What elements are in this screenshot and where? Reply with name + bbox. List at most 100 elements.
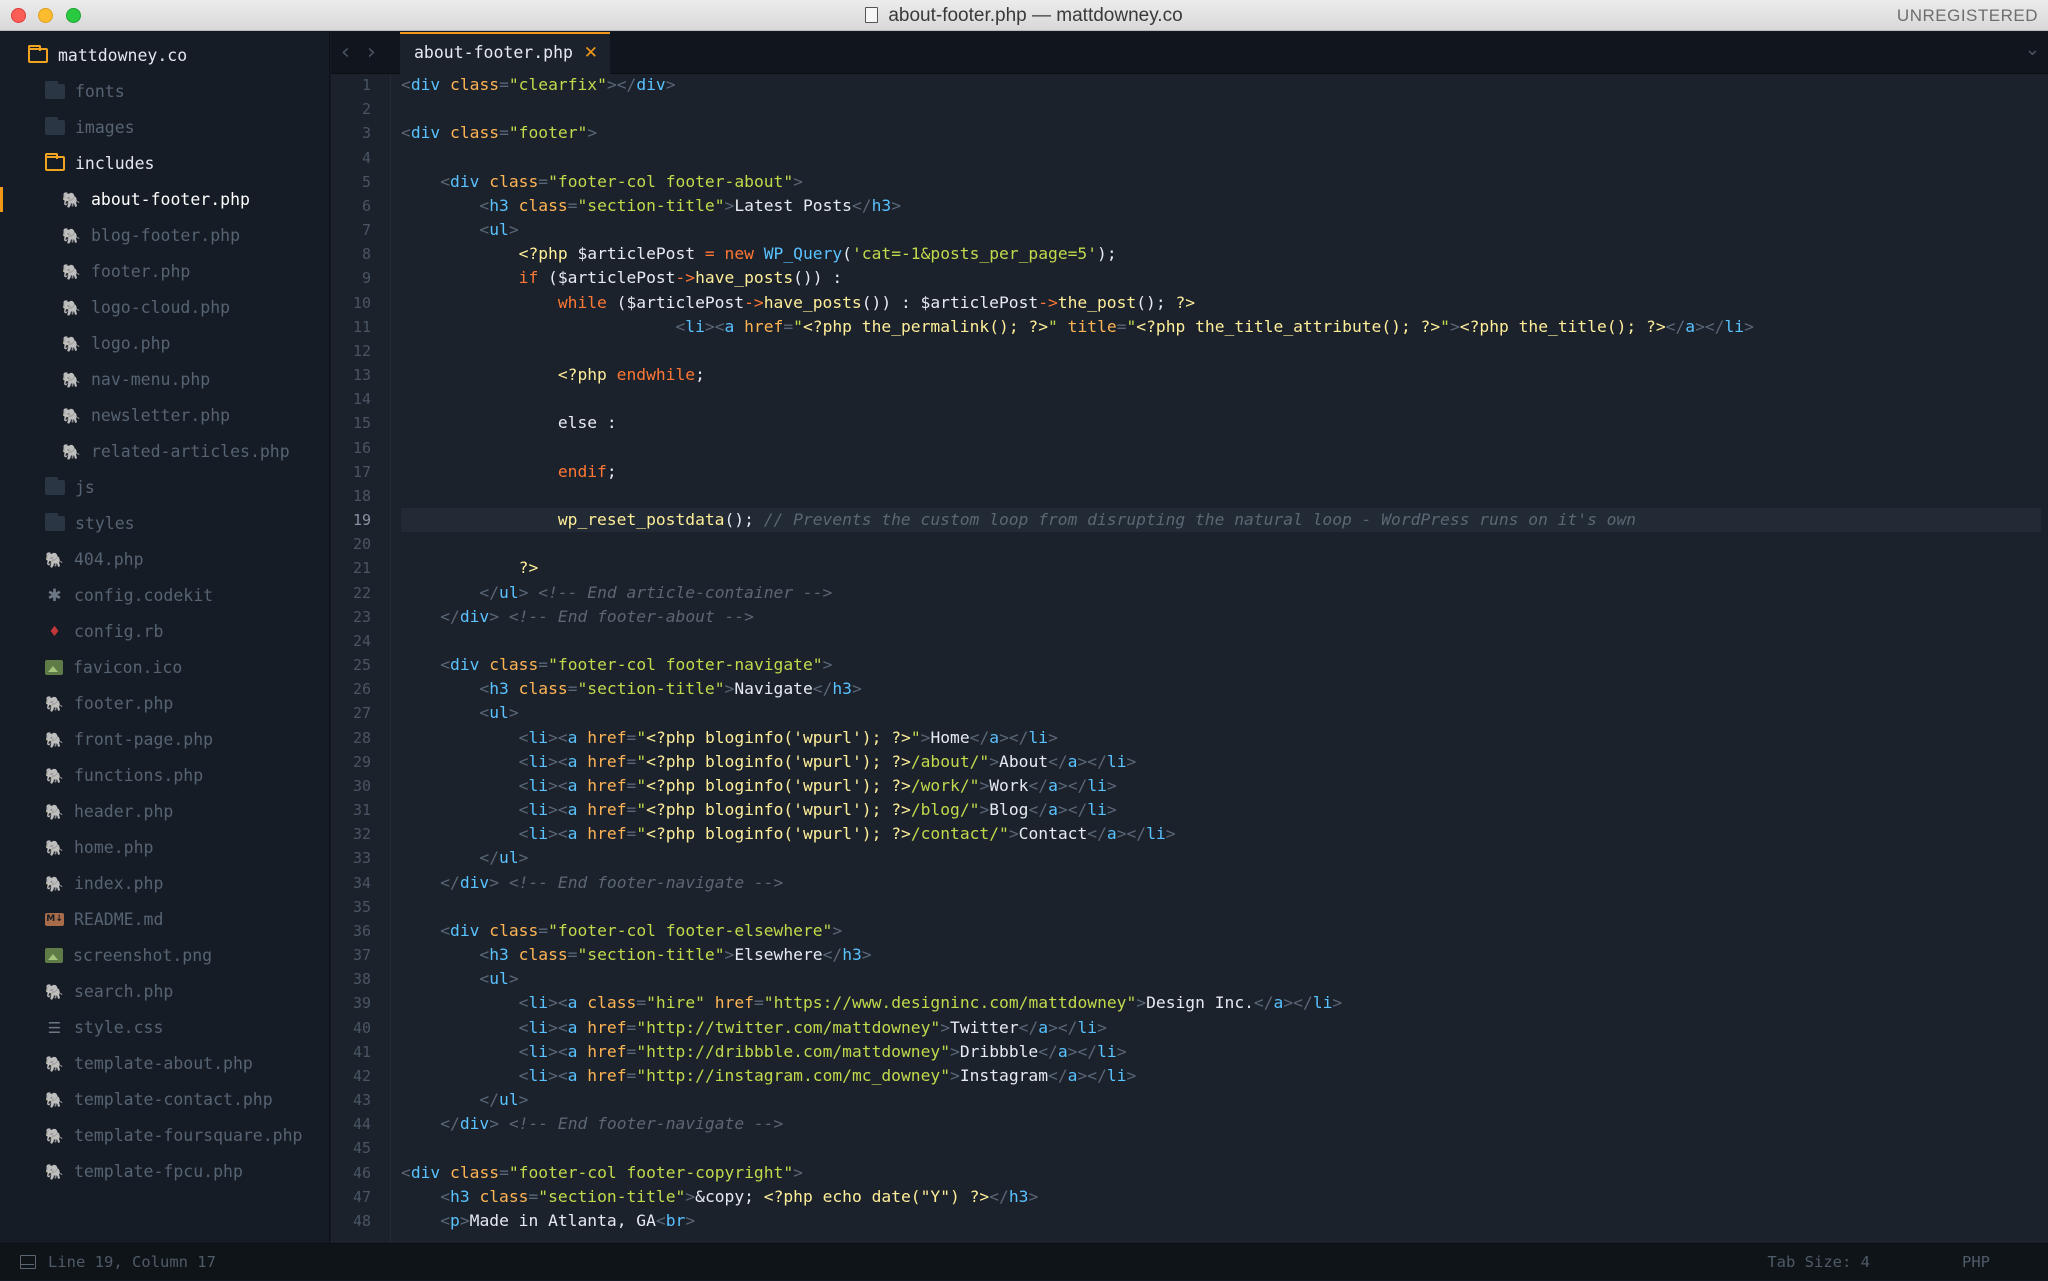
code-line[interactable]: </ul> <!-- End article-container --> [401, 581, 832, 605]
code-line[interactable]: <li><a href="<?php bloginfo('wpurl'); ?>… [401, 774, 1117, 798]
sidebar-item[interactable]: 🐘 nav-menu.php [0, 361, 329, 398]
sidebar-item[interactable]: ♦ config.rb [0, 613, 329, 650]
code-token: > [979, 775, 990, 795]
sidebar-item[interactable]: mattdowney.co [0, 37, 329, 74]
sidebar-item[interactable]: 🐘 home.php [0, 829, 329, 866]
sidebar-item[interactable]: M↓ README.md [0, 901, 329, 938]
sidebar-item[interactable]: images [0, 109, 329, 146]
code-line[interactable]: <h3 class="section-title">Latest Posts</… [401, 194, 901, 218]
chevron-down-icon[interactable]: ⌄ [2025, 39, 2040, 60]
sidebar-item[interactable]: 🐘 index.php [0, 865, 329, 902]
code-token: </ [1028, 775, 1049, 795]
code-token: < [401, 123, 411, 143]
code-line[interactable]: <div class="footer-col footer-about"> [401, 170, 803, 194]
sidebar-item[interactable]: 🐘 about-footer.php [0, 181, 329, 218]
code-line[interactable]: <li><a href="http://dribbble.com/mattdow… [401, 1040, 1127, 1064]
code-token: >< [548, 1065, 568, 1085]
code-line[interactable]: <ul> [401, 218, 518, 242]
code-line[interactable]: <p>Made in Atlanta, GA<br> [401, 1209, 695, 1233]
sidebar-item[interactable]: fonts [0, 73, 329, 110]
sidebar-item[interactable]: 🐘 footer.php [0, 253, 329, 290]
sidebar-item[interactable]: ✱ config.codekit [0, 577, 329, 614]
forward-arrow-icon[interactable]: › [367, 40, 376, 65]
code-token: li [1106, 751, 1127, 771]
sidebar-item[interactable]: includes [0, 145, 329, 182]
code-line[interactable]: <div class="footer"> [401, 121, 597, 145]
code-line[interactable]: endif; [401, 460, 617, 484]
code-token: have_posts [695, 268, 794, 288]
code-token: li [528, 727, 549, 747]
code-token: "footer-col footer-navigate" [548, 655, 823, 675]
code-token: href [587, 1041, 627, 1061]
close-tab-icon[interactable]: ✕ [584, 34, 598, 72]
code-line[interactable]: <div class="clearfix"></div> [401, 74, 676, 97]
code-line[interactable]: </div> <!-- End footer-navigate --> [401, 871, 783, 895]
code-line[interactable]: <h3 class="section-title">&copy; <?php e… [401, 1185, 1038, 1209]
code-line[interactable]: <li><a class="hire" href="https://www.de… [401, 991, 1343, 1015]
sidebar-item[interactable]: screenshot.png [0, 937, 329, 974]
code-token: </ [479, 1090, 500, 1110]
sidebar-item[interactable]: 🐘 search.php [0, 973, 329, 1010]
sidebar-item[interactable]: 🐘 footer.php [0, 685, 329, 722]
sidebar-item-label: 404.php [74, 550, 144, 569]
code-line[interactable]: else : [401, 411, 617, 435]
code-line[interactable]: </div> <!-- End footer-navigate --> [401, 1112, 783, 1136]
sidebar-item[interactable]: 🐘 newsletter.php [0, 397, 329, 434]
sidebar-item[interactable]: 🐘 404.php [0, 541, 329, 578]
sidebar-item[interactable]: 🐘 related-articles.php [0, 433, 329, 470]
code-line[interactable]: <?php endwhile; [401, 363, 705, 387]
back-arrow-icon[interactable]: ‹ [341, 40, 350, 65]
code-line[interactable]: <h3 class="section-title">Navigate</h3> [401, 677, 861, 701]
code-line[interactable]: <li><a href="<?php the_permalink(); ?>" … [401, 315, 1753, 339]
code-editor[interactable]: 1 2 3 4 5 6 7 8 9 10 11 12 13 14 15 16 17 18 19 20 21 22 23 24 2… [331, 74, 2048, 1243]
code-line[interactable]: </ul> [401, 1088, 528, 1112]
code-token: div [450, 655, 480, 675]
sidebar-item[interactable]: 🐘 functions.php [0, 757, 329, 794]
sidebar-item[interactable]: 🐘 logo.php [0, 325, 329, 362]
sidebar-item[interactable]: 🐘 header.php [0, 793, 329, 830]
sidebar-item[interactable]: 🐘 template-foursquare.php [0, 1117, 329, 1154]
sidebar-item-label: template-fpcu.php [74, 1162, 243, 1181]
sidebar-item[interactable]: favicon.ico [0, 649, 329, 686]
code-line[interactable]: wp_reset_postdata(); // Prevents the cus… [401, 508, 2041, 533]
sidebar-item[interactable]: ☰ style.css [0, 1009, 329, 1046]
tab-size[interactable]: Tab Size: 4 [1767, 1244, 1870, 1281]
sidebar-item[interactable]: 🐘 logo-cloud.php [0, 289, 329, 326]
code-line[interactable]: if ($articlePost->have_posts()) : [401, 266, 843, 290]
code-line[interactable]: <li><a href="<?php bloginfo('wpurl'); ?>… [401, 726, 1058, 750]
syntax-selector[interactable]: PHP [1962, 1244, 1990, 1281]
code-line[interactable]: </div> <!-- End footer-about --> [401, 605, 754, 629]
sidebar-item[interactable]: styles [0, 505, 329, 542]
code-token: else : [401, 413, 617, 433]
panel-toggle-icon[interactable] [20, 1255, 36, 1269]
code-token: > [665, 75, 676, 94]
tab-about-footer[interactable]: about-footer.php ✕ [400, 32, 610, 74]
cursor-position[interactable]: Line 19, Column 17 [48, 1244, 216, 1281]
sidebar-item[interactable]: 🐘 template-about.php [0, 1045, 329, 1082]
sidebar-item[interactable]: js [0, 469, 329, 506]
code-line[interactable]: <?php $articlePost = new WP_Query('cat=-… [401, 242, 1117, 266]
code-line[interactable]: <li><a href="http://instagram.com/mc_dow… [401, 1064, 1137, 1088]
code-line[interactable]: </ul> [401, 846, 528, 870]
code-line[interactable]: <li><a href="<?php bloginfo('wpurl'); ?>… [401, 750, 1137, 774]
code-line[interactable]: <li><a href="<?php bloginfo('wpurl'); ?>… [401, 798, 1117, 822]
code-line[interactable]: <div class="footer-col footer-navigate"> [401, 653, 832, 677]
code-line[interactable]: ?> [401, 556, 539, 580]
sidebar-item[interactable]: 🐘 template-fpcu.php [0, 1153, 329, 1190]
sidebar-item[interactable]: 🐘 blog-footer.php [0, 217, 329, 254]
sidebar-item[interactable]: 🐘 front-page.php [0, 721, 329, 758]
sidebar-item[interactable]: 🐘 template-contact.php [0, 1081, 329, 1118]
code-line[interactable]: <ul> [401, 967, 518, 991]
code-line[interactable]: <h3 class="section-title">Elsewhere</h3> [401, 943, 871, 967]
code-line[interactable]: <li><a href="http://twitter.com/mattdown… [401, 1016, 1107, 1040]
code-line[interactable]: <ul> [401, 701, 518, 725]
code-line[interactable]: <div class="footer-col footer-elsewhere"… [401, 919, 842, 943]
code-token: = [626, 727, 637, 747]
code-line[interactable]: while ($articlePost->have_posts()) : $ar… [401, 291, 1195, 315]
code-token: " [636, 751, 647, 771]
code-line[interactable]: <div class="footer-col footer-copyright"… [401, 1161, 803, 1185]
code-line[interactable]: <li><a href="<?php bloginfo('wpurl'); ?>… [401, 822, 1176, 846]
